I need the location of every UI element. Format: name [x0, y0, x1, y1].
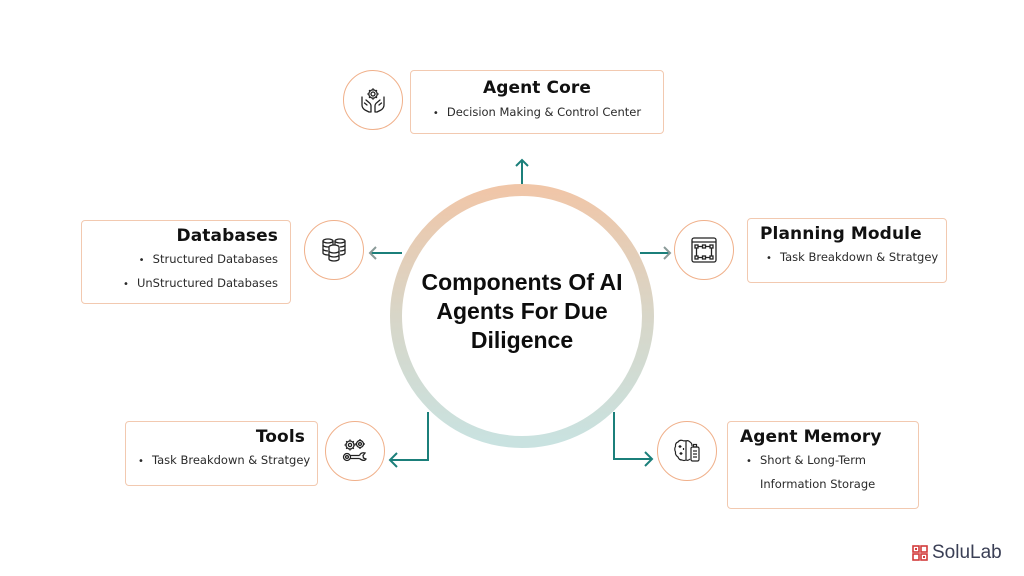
bullet: • [766, 253, 772, 264]
solulab-logo-icon [912, 545, 928, 561]
planning-module-icon-circle [674, 220, 734, 280]
agent-memory-item-text: Information Storage [760, 477, 876, 491]
planning-module-card: Planning Module • Task Breakdown & Stratg… [747, 218, 947, 283]
hands-gear-icon [361, 88, 385, 113]
bullet: • [138, 456, 144, 467]
tools-card: Tools • Task Breakdown & Stratgey [125, 421, 318, 486]
databases-item-text: Structured Databases [152, 252, 278, 266]
bullet: • [138, 255, 145, 266]
agent-memory-item: • Short & Long-Term [746, 449, 906, 473]
agent-core-card: Agent Core • Decision Making & Control Ce… [410, 70, 664, 134]
tools-title: Tools [255, 427, 305, 447]
agent-core-icon-circle [343, 70, 403, 130]
connector-databases [368, 246, 402, 260]
planning-module-item: • Task Breakdown & Stratgey [766, 246, 938, 270]
gears-wrench-icon [342, 439, 367, 462]
connector-agent-memory [613, 412, 654, 467]
connector-agent-core [515, 158, 529, 184]
workflow-board-icon [691, 237, 717, 263]
center-title-line: Diligence [470, 327, 574, 353]
planning-module-title: Planning Module [760, 224, 922, 244]
agent-core-title: Agent Core [482, 78, 592, 98]
tools-item: • Task Breakdown & Stratgey [138, 449, 310, 473]
planning-module-item-text: Task Breakdown & Stratgey [780, 250, 939, 264]
solulab-logo-text: SoluLab [932, 542, 1002, 563]
agent-core-item: • Decision Making & Control Center [423, 101, 651, 125]
solulab-logo: SoluLab [912, 542, 1002, 564]
agent-memory-item: Information Storage [746, 473, 906, 496]
agent-core-item-text: Decision Making & Control Center [446, 105, 642, 119]
brain-storage-icon [674, 439, 700, 462]
agent-memory-card: Agent Memory • Short & Long-Term Informat… [727, 421, 919, 509]
agent-memory-icon-circle [657, 421, 717, 481]
bullet: • [746, 456, 752, 467]
databases-item: • Structured Databases [94, 248, 278, 272]
databases-icon-circle [304, 220, 364, 280]
tools-icon-circle [325, 421, 385, 481]
connector-tools [388, 412, 429, 468]
databases-item: • UnStructured Databases [94, 272, 278, 296]
center-title-line: Components Of AI [421, 269, 623, 295]
databases-item-text: UnStructured Databases [136, 276, 278, 290]
agent-memory-item-text: Short & Long-Term [760, 453, 866, 467]
center-title-line: Agents For Due [436, 298, 608, 324]
agent-memory-title: Agent Memory [740, 427, 882, 447]
connector-planning-module [640, 246, 672, 260]
tools-item-text: Task Breakdown & Stratgey [152, 453, 311, 467]
databases-card: Databases • Structured Databases • UnStruc… [81, 220, 291, 304]
bullet: • [122, 279, 129, 290]
database-stack-icon [322, 238, 346, 262]
databases-title: Databases [176, 226, 278, 246]
center-title: Components Of AI Agents For Due Diligenc… [400, 268, 644, 355]
bullet: • [432, 108, 439, 119]
